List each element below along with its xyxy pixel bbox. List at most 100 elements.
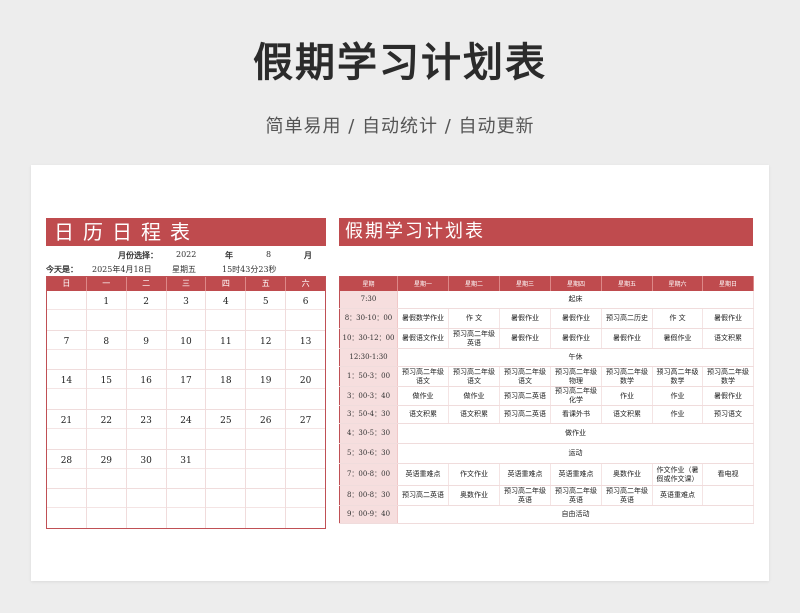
calendar-day-cell[interactable]: 22 [86, 410, 127, 449]
calendar-day-cell[interactable]: 30 [126, 449, 167, 489]
plan-activity-cell[interactable]: 看电视 [702, 463, 754, 486]
plan-activity-cell[interactable]: 暑假作业 [550, 308, 602, 329]
calendar-day-cell[interactable] [286, 489, 325, 528]
calendar-day-cell[interactable] [286, 450, 325, 489]
plan-activity-cell[interactable]: 奥数作业 [448, 485, 500, 506]
plan-activity-span[interactable]: 午休 [397, 348, 754, 367]
calendar-day-cell[interactable]: 16 [126, 370, 167, 410]
calendar-day-cell[interactable]: 7 [47, 330, 87, 370]
plan-activity-cell[interactable]: 作文作业（暑假或作文课） [652, 463, 703, 486]
plan-activity-cell[interactable]: 暑假作业 [601, 328, 653, 349]
calendar-day-cell[interactable]: 9 [126, 330, 167, 370]
calendar-day-cell[interactable] [86, 489, 127, 529]
calendar-day-cell[interactable]: 11 [206, 330, 247, 370]
calendar-day-cell[interactable]: 23 [126, 410, 167, 449]
calendar-day-cell[interactable] [206, 489, 247, 529]
plan-activity-cell[interactable] [702, 485, 754, 506]
calendar-day-cell[interactable] [246, 489, 287, 529]
year-value[interactable]: 2022 [176, 250, 196, 259]
plan-activity-cell[interactable]: 预习高二年级英语 [601, 485, 653, 506]
calendar-day-cell[interactable]: 10 [166, 330, 207, 370]
plan-activity-cell[interactable]: 预习高二年级物理 [550, 366, 602, 387]
plan-activity-cell[interactable]: 预习高二年级英语 [448, 328, 500, 349]
plan-activity-cell[interactable]: 作业 [652, 386, 703, 406]
plan-activity-cell[interactable]: 预习高二英语 [499, 386, 551, 406]
plan-activity-cell[interactable]: 语文积累 [448, 405, 500, 424]
calendar-day-cell[interactable] [206, 449, 247, 489]
calendar-day-cell[interactable]: 2 [126, 291, 167, 330]
calendar-day-cell[interactable]: 4 [206, 291, 247, 330]
calendar-day-cell[interactable] [47, 291, 87, 330]
plan-activity-cell[interactable]: 预习高二年级数学 [702, 366, 754, 387]
plan-activity-cell[interactable]: 预习高二英语 [499, 405, 551, 424]
plan-activity-span[interactable]: 做作业 [397, 423, 754, 444]
calendar-day-cell[interactable]: 19 [246, 370, 287, 410]
calendar-day-cell[interactable]: 5 [246, 291, 287, 330]
calendar-day-cell[interactable] [47, 489, 87, 529]
calendar-day-cell[interactable]: 14 [47, 370, 87, 410]
plan-activity-cell[interactable]: 做作业 [397, 386, 449, 406]
calendar-day-cell[interactable]: 25 [206, 410, 247, 449]
plan-activity-cell[interactable]: 预习高二年级语文 [448, 366, 500, 387]
calendar-day-cell[interactable] [126, 489, 167, 529]
calendar-header: 日历日程表 [46, 218, 326, 246]
calendar-day-cell[interactable] [246, 449, 287, 489]
calendar-day-cell[interactable]: 21 [47, 410, 87, 449]
plan-activity-cell[interactable]: 暑假语文作业 [397, 328, 449, 349]
plan-activity-cell[interactable]: 英语重难点 [550, 463, 602, 486]
plan-activity-cell[interactable]: 做作业 [448, 386, 500, 406]
plan-activity-cell[interactable]: 暑假作业 [499, 308, 551, 329]
calendar-day-cell[interactable]: 31 [166, 449, 207, 489]
plan-activity-cell[interactable]: 暑假作业 [652, 328, 703, 349]
plan-activity-cell[interactable]: 奥数作业 [601, 463, 653, 486]
plan-activity-cell[interactable]: 作业 [601, 386, 653, 406]
plan-activity-cell[interactable]: 预习高二年级英语 [550, 485, 602, 506]
calendar-day-cell[interactable]: 28 [47, 449, 87, 489]
plan-activity-cell[interactable]: 预习高二年级数学 [601, 366, 653, 387]
plan-activity-cell[interactable]: 作 文 [652, 308, 703, 329]
plan-time-cell: 10：30-12：00 [339, 328, 398, 349]
plan-activity-cell[interactable]: 预习高二年级语文 [499, 366, 551, 387]
plan-activity-cell[interactable]: 英语重难点 [652, 485, 703, 506]
calendar-day-cell[interactable]: 18 [206, 370, 247, 410]
plan-activity-cell[interactable]: 作文作业 [448, 463, 500, 486]
calendar-day-cell[interactable]: 26 [246, 410, 287, 449]
plan-activity-span[interactable]: 运动 [397, 443, 754, 464]
plan-activity-cell[interactable]: 语文积累 [397, 405, 449, 424]
plan-activity-cell[interactable]: 暑假作业 [702, 308, 754, 329]
calendar-day-cell[interactable]: 24 [166, 410, 207, 449]
plan-activity-cell[interactable]: 预习高二年级语文 [397, 366, 449, 387]
calendar-day-cell[interactable] [166, 489, 207, 529]
calendar-day-cell[interactable]: 17 [166, 370, 207, 410]
calendar-day-cell[interactable]: 20 [286, 370, 325, 409]
calendar-day-cell[interactable]: 29 [86, 449, 127, 489]
calendar-day-cell[interactable]: 6 [286, 291, 325, 330]
plan-activity-cell[interactable]: 英语重难点 [397, 463, 449, 486]
calendar-day-cell[interactable]: 27 [286, 410, 325, 449]
calendar-day-cell[interactable]: 13 [286, 331, 325, 370]
plan-activity-cell[interactable]: 预习高二历史 [601, 308, 653, 329]
calendar-day-cell[interactable]: 3 [166, 291, 207, 330]
plan-activity-cell[interactable]: 英语重难点 [499, 463, 551, 486]
plan-activity-cell[interactable]: 暑假数学作业 [397, 308, 449, 329]
plan-activity-cell[interactable]: 预习语文 [702, 405, 754, 424]
plan-activity-cell[interactable]: 预习高二年级数学 [652, 366, 703, 387]
plan-activity-cell[interactable]: 预习高二英语 [397, 485, 449, 506]
plan-activity-cell[interactable]: 语文积累 [601, 405, 653, 424]
plan-activity-cell[interactable]: 预习高二年级化学 [550, 386, 602, 406]
plan-activity-cell[interactable]: 暑假作业 [499, 328, 551, 349]
plan-activity-cell[interactable]: 作 文 [448, 308, 500, 329]
calendar-day-cell[interactable]: 12 [246, 330, 287, 370]
plan-activity-cell[interactable]: 作业 [652, 405, 703, 424]
calendar-day-cell[interactable]: 15 [86, 370, 127, 410]
calendar-day-cell[interactable]: 1 [86, 291, 127, 330]
plan-activity-cell[interactable]: 暑假作业 [702, 386, 754, 406]
plan-activity-span[interactable]: 起床 [397, 290, 754, 309]
plan-activity-cell[interactable]: 暑假作业 [550, 328, 602, 349]
plan-activity-cell[interactable]: 预习高二年级英语 [499, 485, 551, 506]
calendar-day-cell[interactable]: 8 [86, 330, 127, 370]
plan-activity-cell[interactable]: 看课外书 [550, 405, 602, 424]
month-value[interactable]: 8 [266, 250, 271, 259]
plan-activity-cell[interactable]: 语文积累 [702, 328, 754, 349]
plan-activity-span[interactable]: 自由活动 [397, 505, 754, 524]
